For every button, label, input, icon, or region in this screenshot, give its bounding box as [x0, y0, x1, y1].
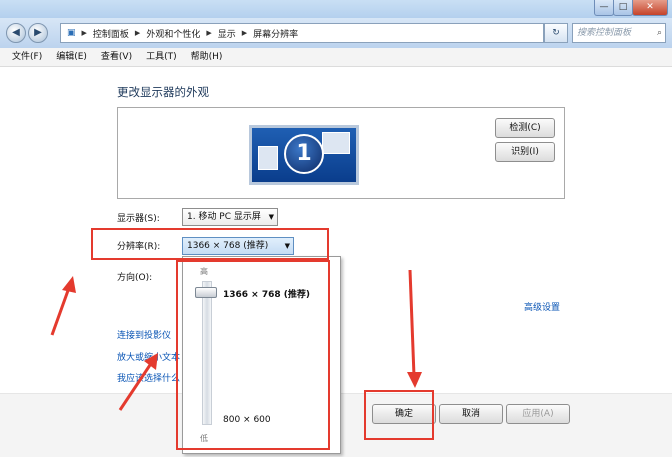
arrow-to-resolution-icon	[50, 276, 76, 336]
arrow-shaft	[118, 361, 154, 411]
arrow-head	[407, 372, 422, 388]
arrow-shaft	[50, 284, 72, 336]
annotation-arrows	[50, 269, 422, 411]
arrow-to-ok-icon	[407, 269, 422, 388]
arrow-head	[144, 353, 158, 370]
arrow-head	[62, 276, 76, 293]
arrow-to-popup-icon	[118, 353, 158, 411]
arrow-shaft	[408, 269, 416, 377]
